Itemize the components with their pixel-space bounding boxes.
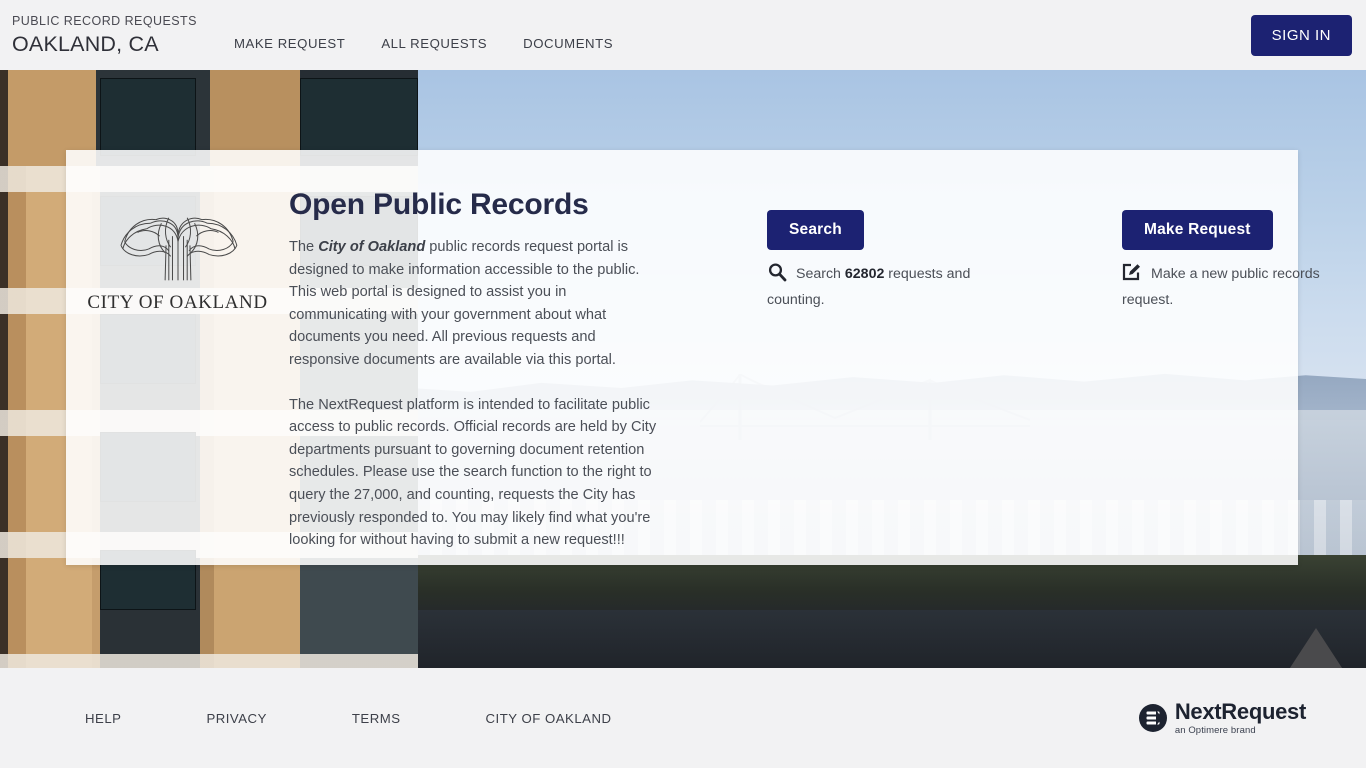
search-button[interactable]: Search [767, 210, 864, 250]
agency-logo-caption-text: CITY OF OAKLAND [87, 292, 268, 313]
site-header: PUBLIC RECORD REQUESTS OAKLAND, CA MAKE … [0, 0, 1366, 70]
brand-block[interactable]: PUBLIC RECORD REQUESTS OAKLAND, CA [12, 13, 197, 56]
primary-nav: MAKE REQUEST ALL REQUESTS DOCUMENTS [234, 20, 613, 51]
make-request-button[interactable]: Make Request [1122, 210, 1273, 250]
search-request-count: 62802 [844, 266, 885, 282]
search-icon [767, 262, 787, 289]
search-action: Search Search 62802 requests and countin… [767, 210, 982, 565]
hero-p1-emphasis: City of Oakland [318, 239, 426, 255]
footer-link-terms[interactable]: TERMS [352, 711, 401, 726]
edit-square-icon [1122, 262, 1142, 289]
nextrequest-mark-icon [1138, 704, 1167, 732]
hero-paragraph-2: The NextRequest platform is intended to … [289, 396, 657, 549]
footer-link-privacy[interactable]: PRIVACY [206, 711, 266, 726]
agency-logo-caption: CITY OF OAKLAND [87, 292, 267, 314]
make-request-desc-text: Make a new public records request. [1122, 266, 1320, 308]
search-desc-pre: Search [796, 266, 845, 282]
page-title: Open Public Records [289, 188, 589, 221]
hero-actions: Search Search 62802 requests and countin… [689, 150, 1337, 565]
agency-logo-block: CITY OF OAKLAND [66, 150, 289, 565]
nav-make-request[interactable]: MAKE REQUEST [234, 36, 345, 51]
sign-in-button[interactable]: SIGN IN [1250, 14, 1352, 56]
brand-title: OAKLAND, CA [12, 32, 159, 56]
photo-church-roof [1286, 628, 1346, 668]
hero-p1-post: public records request portal is designe… [289, 239, 640, 368]
hero-paragraph-1: The City of Oakland public records reque… [289, 236, 661, 372]
nextrequest-wordmark: NextRequest an Optimere brand [1174, 698, 1306, 736]
make-request-description: Make a new public records request. [1122, 262, 1337, 311]
photo-building-window [300, 78, 418, 156]
hero-p1-pre: The [289, 239, 319, 255]
search-description: Search 62802 requests and counting. [767, 262, 982, 311]
footer-link-help[interactable]: HELP [85, 711, 121, 726]
oakland-oak-tree-icon [119, 217, 237, 281]
hero-text-block: Open Public Records The City of Oakland … [289, 150, 689, 565]
brand-eyebrow: PUBLIC RECORD REQUESTS [12, 13, 197, 28]
nextrequest-tagline: an Optimere brand [1174, 724, 1256, 736]
edit-square-icon-svg [1122, 263, 1140, 281]
photo-building-window [100, 78, 196, 156]
site-footer: HELP PRIVACY TERMS CITY OF OAKLAND NextR… [0, 668, 1366, 768]
search-icon-svg [768, 263, 787, 282]
make-request-action: Make Request Make a new public records r… [1122, 210, 1337, 565]
nav-all-requests[interactable]: ALL REQUESTS [381, 36, 487, 51]
hero-section: CITY OF OAKLAND Open Public Records The … [0, 70, 1366, 668]
footer-link-city-of-oakland[interactable]: CITY OF OAKLAND [486, 711, 612, 726]
nav-documents[interactable]: DOCUMENTS [523, 36, 613, 51]
nextrequest-logo[interactable]: NextRequest an Optimere brand [1138, 698, 1306, 736]
hero-card: CITY OF OAKLAND Open Public Records The … [66, 150, 1320, 565]
nextrequest-name: NextRequest [1174, 698, 1306, 724]
